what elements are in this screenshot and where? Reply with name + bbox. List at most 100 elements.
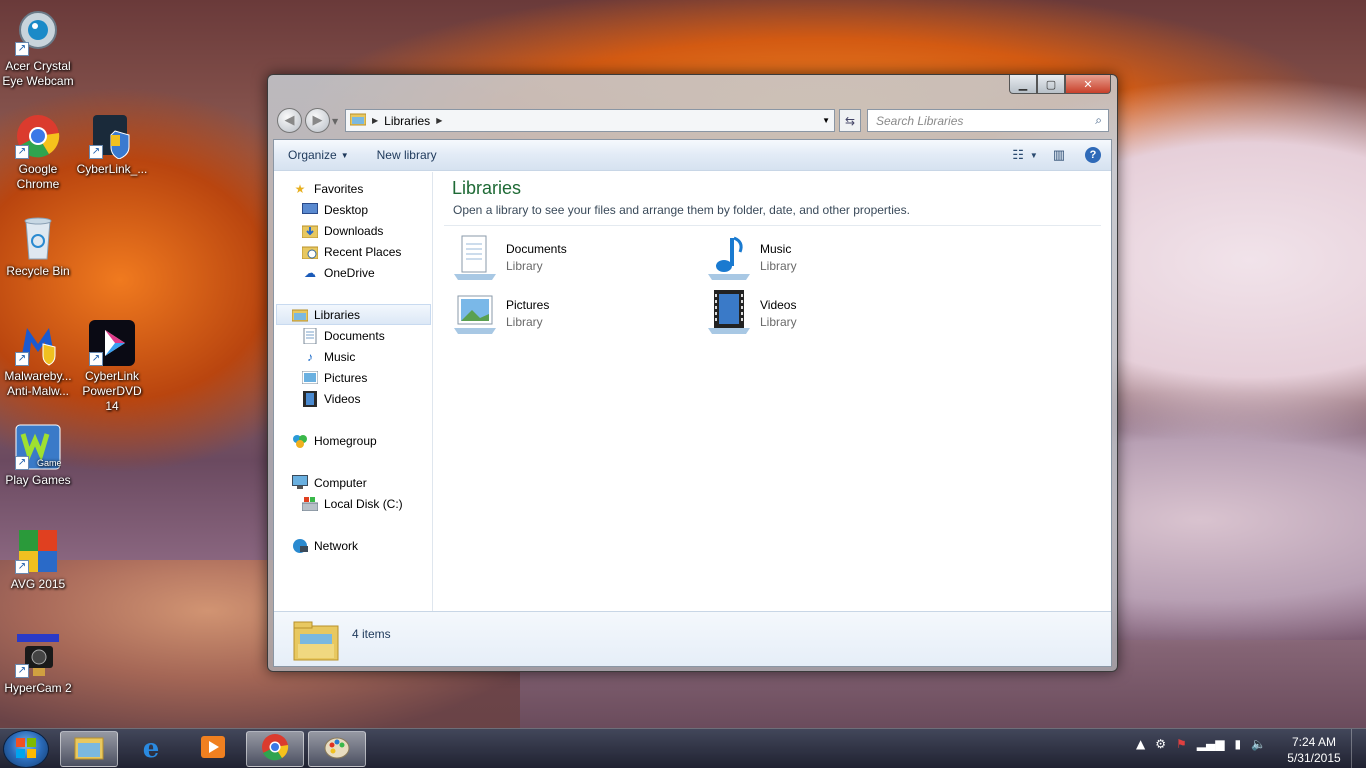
start-button[interactable] xyxy=(3,730,49,768)
taskbar-media-player[interactable] xyxy=(184,731,242,767)
nav-recent-places[interactable]: Recent Places xyxy=(302,241,401,262)
organize-button[interactable]: Organize ▼ xyxy=(274,148,363,162)
nav-computer[interactable]: Computer xyxy=(292,472,367,493)
navigation-bar: ◀ ▶ ▼ ▶ Libraries ▶ ▼ ⇆ Search Libraries… xyxy=(275,106,1110,134)
pictures-library-icon xyxy=(452,290,498,336)
breadcrumb-libraries[interactable]: Libraries xyxy=(384,114,430,128)
system-tray: ▲ ⚙ ⚑ ▂▄▆ ▮ 🔈 xyxy=(1136,737,1266,751)
shortcut-arrow-icon: ↗ xyxy=(15,145,29,159)
search-icon: ⌕ xyxy=(1095,113,1102,127)
network-signal-icon[interactable]: ▂▄▆ xyxy=(1197,737,1225,751)
search-input[interactable]: Search Libraries ⌕ xyxy=(867,109,1109,132)
library-pictures[interactable]: Pictures Library xyxy=(452,290,692,338)
nav-downloads[interactable]: Downloads xyxy=(302,220,383,241)
desktop-icon-google-chrome[interactable]: ↗ Google Chrome xyxy=(0,113,76,192)
videos-library-icon xyxy=(706,290,752,336)
desktop-icon-label: HyperCam 2 xyxy=(4,681,72,695)
change-view-button[interactable]: ☷ ▼ xyxy=(1012,145,1038,165)
taskbar-chrome[interactable] xyxy=(246,731,304,767)
nav-music[interactable]: ♪ Music xyxy=(302,346,355,367)
breadcrumb-separator-icon[interactable]: ▶ xyxy=(372,116,378,125)
tray-app-icon[interactable]: ⚙ xyxy=(1155,737,1166,751)
desktop-icon-powerdvd[interactable]: ↗ CyberLink PowerDVD 14 xyxy=(74,320,150,414)
page-subtitle: Open a library to see your files and arr… xyxy=(453,203,910,217)
action-center-flag-icon[interactable]: ⚑ xyxy=(1176,737,1187,751)
nav-homegroup[interactable]: Homegroup xyxy=(292,430,377,451)
library-name: Videos xyxy=(760,298,797,312)
libraries-icon xyxy=(292,307,308,323)
libraries-folder-icon xyxy=(349,112,367,129)
show-desktop-button[interactable] xyxy=(1351,729,1366,768)
nav-pictures[interactable]: Pictures xyxy=(302,367,367,388)
divider xyxy=(444,225,1101,226)
forward-button[interactable]: ▶ xyxy=(305,108,330,133)
nav-videos[interactable]: Videos xyxy=(302,388,360,409)
desktop-icon-play-games[interactable]: Games ↗ Play Games xyxy=(0,424,76,488)
volume-icon[interactable]: 🔈 xyxy=(1251,737,1266,751)
desktop-icon-label: Recycle Bin xyxy=(6,264,70,278)
desktop-icon-avg[interactable]: ↗ AVG 2015 xyxy=(0,528,76,592)
maximize-button[interactable]: ▢ xyxy=(1037,75,1065,94)
page-title: Libraries xyxy=(452,178,522,198)
item-count: 4 items xyxy=(352,627,391,641)
new-library-button[interactable]: New library xyxy=(363,148,451,162)
nav-label: Videos xyxy=(324,391,361,406)
folder-icon xyxy=(74,734,104,765)
library-documents[interactable]: Documents Library xyxy=(452,234,692,282)
cyberlink-shield-icon: ↗ xyxy=(89,113,135,160)
chevron-down-icon: ▼ xyxy=(1029,150,1038,160)
nav-onedrive[interactable]: ☁ OneDrive xyxy=(302,262,375,283)
taskbar-internet-explorer[interactable]: e xyxy=(122,731,180,767)
nav-label: Pictures xyxy=(324,370,368,385)
explorer-window: ▁ ▢ ✕ ◀ ▶ ▼ ▶ Libraries ▶ ▼ ⇆ Search Lib… xyxy=(267,74,1118,672)
hypercam-icon: ↗ xyxy=(15,632,61,678)
film-icon xyxy=(302,390,318,407)
library-music[interactable]: Music Library xyxy=(706,234,946,282)
desktop-icon-malwarebytes[interactable]: ↗ Malwareby... Anti-Malw... xyxy=(0,320,76,399)
help-icon: ? xyxy=(1085,147,1101,163)
nav-documents[interactable]: Documents xyxy=(302,325,385,346)
shortcut-arrow-icon: ↗ xyxy=(15,352,29,366)
nav-favorites[interactable]: ★ Favorites xyxy=(292,178,364,199)
recent-pages-dropdown[interactable]: ▼ xyxy=(332,117,338,126)
minimize-button[interactable]: ▁ xyxy=(1009,75,1037,94)
breadcrumb-separator-icon[interactable]: ▶ xyxy=(436,116,442,125)
search-placeholder: Search Libraries xyxy=(876,113,964,128)
close-button[interactable]: ✕ xyxy=(1065,75,1111,94)
nav-desktop[interactable]: Desktop xyxy=(302,199,368,220)
nav-local-disk[interactable]: Local Disk (C:) xyxy=(302,493,403,514)
desktop-icon-label: CyberLink PowerDVD 14 xyxy=(82,369,142,413)
desktop-icon-hypercam[interactable]: ↗ HyperCam 2 xyxy=(0,632,76,696)
nav-label: Music xyxy=(324,349,356,364)
preview-pane-button[interactable]: ▥ xyxy=(1049,145,1069,165)
desktop-icon-acer-webcam[interactable]: ↗ Acer Crystal Eye Webcam xyxy=(0,10,76,89)
show-hidden-icons-icon[interactable]: ▲ xyxy=(1136,737,1145,751)
nav-label: Network xyxy=(314,538,359,553)
nav-network[interactable]: Network xyxy=(292,535,358,556)
nav-libraries[interactable]: Libraries xyxy=(276,304,431,325)
nav-label: Desktop xyxy=(324,202,369,217)
library-videos[interactable]: Videos Library xyxy=(706,290,946,338)
taskbar-clock[interactable]: 7:24 AM 5/31/2015 xyxy=(1284,734,1344,766)
library-name: Music xyxy=(760,242,792,256)
documents-library-icon xyxy=(452,234,498,280)
nav-label: Recent Places xyxy=(324,244,402,259)
malwarebytes-icon: ↗ xyxy=(15,320,61,366)
webcam-icon: ↗ xyxy=(15,10,61,56)
refresh-button[interactable]: ⇆ xyxy=(839,109,861,132)
address-bar[interactable]: ▶ Libraries ▶ ▼ xyxy=(345,109,835,132)
music-library-icon xyxy=(706,234,752,280)
desktop-icon-recycle-bin[interactable]: Recycle Bin xyxy=(0,215,76,279)
library-name: Pictures xyxy=(506,298,550,312)
taskbar-paint[interactable] xyxy=(308,731,366,767)
address-dropdown-icon[interactable]: ▼ xyxy=(822,116,830,125)
refresh-icon: ⇆ xyxy=(844,113,856,128)
taskbar-explorer[interactable] xyxy=(60,731,118,767)
library-type: Library xyxy=(760,315,797,329)
shortcut-arrow-icon: ↗ xyxy=(89,352,103,366)
back-button[interactable]: ◀ xyxy=(277,108,302,133)
power-icon[interactable]: ▮ xyxy=(1234,737,1241,751)
help-button[interactable]: ? xyxy=(1083,145,1103,165)
desktop-icon xyxy=(302,202,318,218)
desktop-icon-cyberlink[interactable]: ↗ CyberLink_... xyxy=(74,113,150,177)
